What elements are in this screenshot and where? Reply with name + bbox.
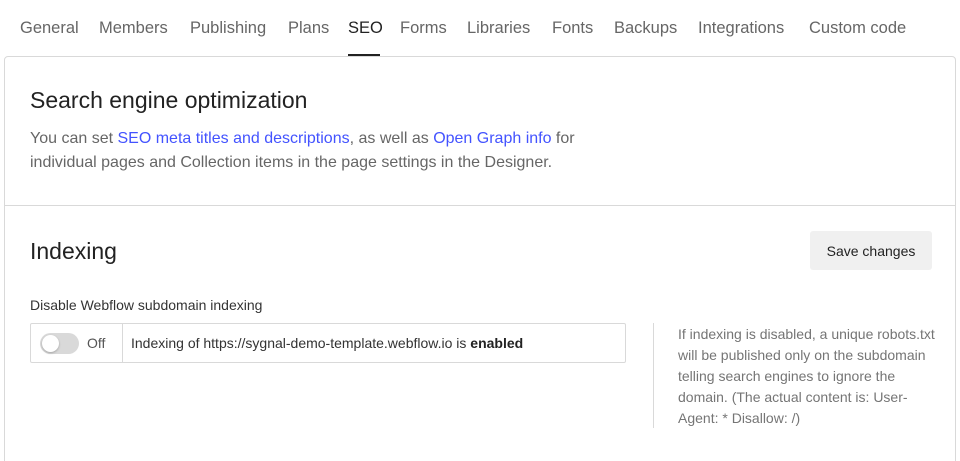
seo-meta-link[interactable]: SEO meta titles and descriptions <box>117 130 349 147</box>
indexing-status-value: enabled <box>470 335 524 351</box>
toggle-cell: Off <box>31 324 123 362</box>
indexing-help-text: If indexing is disabled, a unique robots… <box>678 326 935 426</box>
toggle-state-label: Off <box>87 335 106 351</box>
settings-card: Search engine optimization You can set S… <box>4 56 956 461</box>
disable-indexing-label: Disable Webflow subdomain indexing <box>30 297 263 313</box>
tab-fonts[interactable]: Fonts <box>552 18 593 38</box>
tab-publishing[interactable]: Publishing <box>190 18 266 38</box>
tab-backups[interactable]: Backups <box>614 18 677 38</box>
tab-seo[interactable]: SEO <box>348 18 383 38</box>
seo-desc-text-1: You can set <box>30 130 118 147</box>
tab-general[interactable]: General <box>20 18 79 38</box>
indexing-status-prefix: Indexing of https://sygnal-demo-template… <box>131 335 471 351</box>
tab-forms[interactable]: Forms <box>400 18 447 38</box>
seo-desc-text-2: , as well as <box>349 130 434 147</box>
tab-plans[interactable]: Plans <box>288 18 329 38</box>
indexing-section-title: Indexing <box>30 238 117 264</box>
seo-section-title: Search engine optimization <box>30 87 308 113</box>
tab-members[interactable]: Members <box>99 18 168 38</box>
tab-libraries[interactable]: Libraries <box>467 18 530 38</box>
disable-indexing-toggle[interactable] <box>40 333 79 354</box>
tab-custom-code[interactable]: Custom code <box>809 18 906 38</box>
section-divider <box>5 205 955 206</box>
settings-tabs: General Members Publishing Plans SEO For… <box>0 0 960 56</box>
toggle-knob <box>42 335 59 352</box>
indexing-toggle-row: Off Indexing of https://sygnal-demo-temp… <box>30 323 626 363</box>
tab-integrations[interactable]: Integrations <box>698 18 784 38</box>
indexing-status: Indexing of https://sygnal-demo-template… <box>131 335 523 351</box>
seo-description: You can set SEO meta titles and descript… <box>30 127 630 175</box>
open-graph-link[interactable]: Open Graph info <box>433 130 551 147</box>
help-divider <box>653 323 654 428</box>
save-changes-button[interactable]: Save changes <box>810 231 932 270</box>
